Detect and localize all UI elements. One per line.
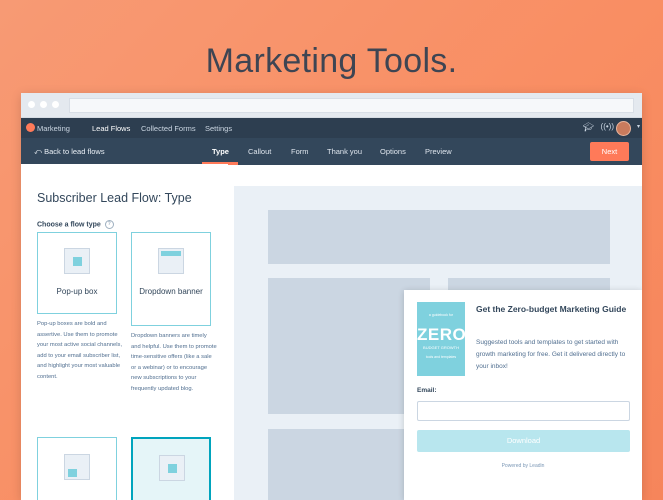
popup-title: Get the Zero-budget Marketing Guide <box>476 304 627 314</box>
tab-type[interactable]: Type <box>212 147 229 156</box>
tab-form[interactable]: Form <box>291 147 309 156</box>
flow-type-card-slide-in[interactable] <box>37 437 117 500</box>
guide-book-cover: a guidebook for ZERO BUDGET GROWTH tools… <box>417 302 467 376</box>
back-arrow-icon: ⤺ <box>34 147 43 156</box>
slide-in-box-icon <box>64 454 90 480</box>
book-cover-subtitle: BUDGET GROWTH <box>423 345 459 350</box>
tab-thank-you[interactable]: Thank you <box>327 147 362 156</box>
chevron-down-icon[interactable]: ▾ <box>637 123 640 130</box>
nav-lead-flows[interactable]: Lead Flows <box>92 124 130 133</box>
email-label: Email: <box>417 387 437 394</box>
broadcast-icon[interactable]: ((•)) <box>601 122 614 131</box>
graduation-cap-icon[interactable]: 🎓︎ <box>583 122 594 133</box>
flow-type-card-popup[interactable]: Pop-up box <box>37 232 117 314</box>
window-dot <box>52 101 59 108</box>
headline: Marketing Tools. <box>205 42 458 80</box>
editor-subnav: ⤺ Back to lead flows Type Callout Form T… <box>21 138 642 165</box>
email-input[interactable] <box>417 401 630 421</box>
tab-callout[interactable]: Callout <box>248 147 271 156</box>
panel-title: Subscriber Lead Flow: Type <box>37 191 192 205</box>
back-link[interactable]: ⤺ Back to lead flows <box>34 147 105 157</box>
popup-box-icon <box>64 248 90 274</box>
choose-flow-type-label: Choose a flow type ? <box>37 220 114 229</box>
nav-settings[interactable]: Settings <box>205 124 232 133</box>
next-button[interactable]: Next <box>590 142 629 161</box>
book-cover-title: ZERO <box>417 325 467 344</box>
lead-flow-popup: a guidebook for ZERO BUDGET GROWTH tools… <box>404 290 642 500</box>
brand-label[interactable]: Marketing <box>37 124 70 133</box>
top-navigation: Marketing Lead Flows Collected Forms Set… <box>21 118 642 138</box>
book-cover-small-text: a guidebook for <box>428 313 454 317</box>
avatar[interactable] <box>616 121 631 136</box>
download-button[interactable]: Download <box>417 430 630 452</box>
address-bar[interactable] <box>69 98 634 113</box>
book-cover-footer: tools and templates <box>425 355 457 359</box>
tab-preview[interactable]: Preview <box>425 147 452 156</box>
embedded-form-icon <box>159 455 185 481</box>
dropdown-description: Dropdown banners are timely and helpful.… <box>131 333 217 392</box>
card-label-popup: Pop-up box <box>56 287 98 296</box>
flow-type-card-embedded[interactable] <box>131 437 211 500</box>
flow-type-card-dropdown[interactable]: Dropdown banner <box>131 232 211 326</box>
help-icon[interactable]: ? <box>104 220 114 229</box>
window-dot <box>40 101 47 108</box>
popup-description: Pop-up boxes are bold and assertive. Use… <box>37 321 123 380</box>
powered-by-text: Powered by Leadin <box>501 463 545 469</box>
tab-options[interactable]: Options <box>380 147 406 156</box>
nav-collected-forms[interactable]: Collected Forms <box>141 124 196 133</box>
card-label-dropdown: Dropdown banner <box>139 287 203 296</box>
back-label: Back to lead flows <box>44 147 105 156</box>
choose-label-text: Choose a flow type <box>37 221 101 229</box>
browser-window: Marketing Lead Flows Collected Forms Set… <box>21 93 642 500</box>
browser-chrome <box>21 93 642 118</box>
dropdown-banner-icon <box>158 248 184 274</box>
flow-type-panel: Subscriber Lead Flow: Type Choose a flow… <box>21 164 228 500</box>
window-dot <box>28 101 35 108</box>
hubspot-logo-icon <box>26 123 35 132</box>
placeholder-block <box>268 210 610 264</box>
popup-body: Suggested tools and templates to get sta… <box>476 339 626 370</box>
